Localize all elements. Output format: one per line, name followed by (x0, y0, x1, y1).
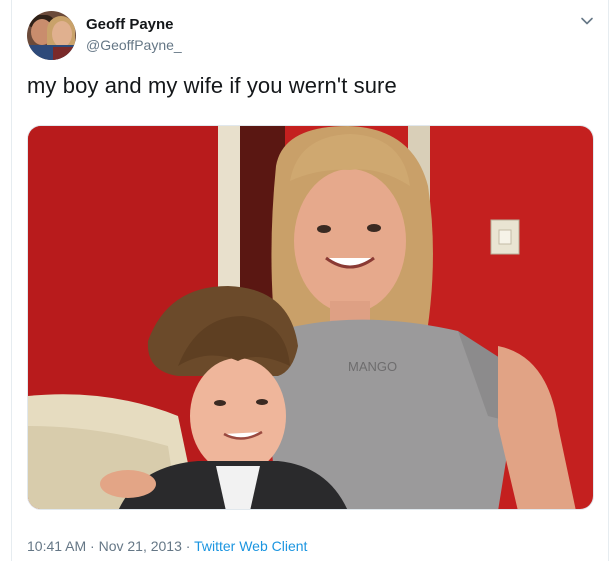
tweet-text: my boy and my wife if you wern't sure (27, 73, 397, 98)
tweet-meta: 10:41 AM · Nov 21, 2013 · Twitter Web Cl… (27, 538, 307, 554)
tweet-photo[interactable]: MANGO (27, 125, 594, 510)
meta-separator: · (181, 538, 195, 554)
timestamp[interactable]: 10:41 AM · Nov 21, 2013 (27, 538, 182, 554)
author-name[interactable]: Geoff Payne (86, 16, 174, 33)
client-link[interactable]: Twitter Web Client (194, 538, 307, 554)
shirt-text: MANGO (348, 359, 397, 374)
author-handle[interactable]: @GeoffPayne_ (86, 37, 182, 53)
tweet-card[interactable]: Geoff Payne @GeoffPayne_ my boy and my w… (11, 0, 609, 561)
chevron-down-icon[interactable] (580, 14, 594, 28)
avatar[interactable] (27, 11, 76, 60)
